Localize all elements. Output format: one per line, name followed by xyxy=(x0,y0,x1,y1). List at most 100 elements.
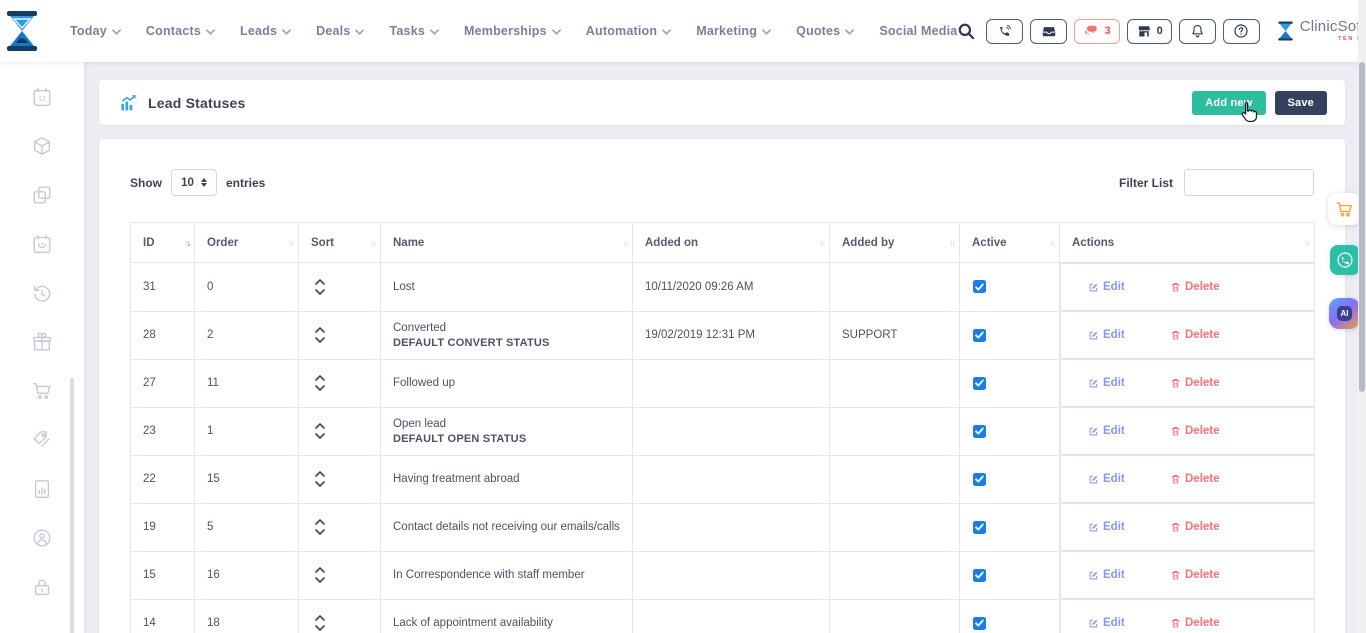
edit-button[interactable]: Edit xyxy=(1088,425,1170,437)
edit-button[interactable]: Edit xyxy=(1088,569,1170,581)
cell-added-by xyxy=(830,599,960,633)
sidebar-item-calendar-icon[interactable]: 12 xyxy=(31,86,53,108)
nav-item-marketing[interactable]: Marketing xyxy=(696,24,771,38)
active-checkbox[interactable] xyxy=(973,280,986,293)
move-down-button[interactable] xyxy=(315,385,325,391)
active-checkbox[interactable] xyxy=(973,617,986,630)
nav-item-leads[interactable]: Leads xyxy=(240,24,291,38)
nav-item-memberships[interactable]: Memberships xyxy=(464,24,561,38)
floating-phone-button[interactable] xyxy=(1330,245,1360,275)
column-header-actions[interactable]: Actions↑↓ xyxy=(1060,223,1315,263)
phone-button[interactable] xyxy=(986,19,1023,44)
move-down-button[interactable] xyxy=(315,529,325,535)
pos-button[interactable]: 0 xyxy=(1127,19,1172,44)
top-header: Today Contacts Leads Deals Tasks Memberships A… xyxy=(0,0,1366,62)
add-new-button[interactable]: Add new xyxy=(1192,91,1265,115)
delete-button[interactable]: Delete xyxy=(1170,329,1220,341)
edit-button[interactable]: Edit xyxy=(1088,281,1170,293)
column-header-added-by[interactable]: Added by↑↓ xyxy=(830,223,960,263)
move-up-button[interactable] xyxy=(315,615,325,621)
move-down-button[interactable] xyxy=(315,481,325,487)
sidebar-item-cart-icon[interactable] xyxy=(31,380,53,402)
sidebar-item-tags-icon[interactable] xyxy=(31,429,53,451)
move-up-button[interactable] xyxy=(315,519,325,525)
active-checkbox[interactable] xyxy=(973,521,986,534)
cell-name: Lack of appointment availability xyxy=(381,599,633,633)
sidebar-item-package-icon[interactable] xyxy=(31,135,53,157)
chevron-down-icon xyxy=(662,29,671,35)
delete-button[interactable]: Delete xyxy=(1170,473,1220,485)
chat-button[interactable]: 3 xyxy=(1074,19,1119,44)
edit-icon xyxy=(1088,426,1099,437)
nav-item-social-media[interactable]: Social Media xyxy=(879,24,957,38)
column-header-added-on[interactable]: Added on↑↓ xyxy=(633,223,830,263)
move-up-button[interactable] xyxy=(315,327,325,333)
trash-icon xyxy=(1170,425,1181,437)
sidebar-item-copy-icon[interactable] xyxy=(31,184,53,206)
edit-icon xyxy=(1088,330,1099,341)
inbox-button[interactable] xyxy=(1030,19,1067,44)
window-scrollbar-thumb[interactable] xyxy=(1359,62,1365,392)
delete-button[interactable]: Delete xyxy=(1170,617,1220,629)
move-down-button[interactable] xyxy=(315,577,325,583)
sidebar-item-calendar-check-icon[interactable] xyxy=(31,233,53,255)
nav-item-contacts[interactable]: Contacts xyxy=(146,24,215,38)
move-down-button[interactable] xyxy=(315,337,325,343)
edit-button[interactable]: Edit xyxy=(1088,473,1170,485)
column-header-order[interactable]: Order↑↓ xyxy=(195,223,299,263)
pos-count-badge: 0 xyxy=(1157,25,1163,37)
sidebar-item-lock-icon[interactable] xyxy=(31,576,53,598)
floating-cart-button[interactable] xyxy=(1328,193,1360,225)
save-button[interactable]: Save xyxy=(1275,91,1328,115)
brand-tagline: TEN STEPS AHEAD xyxy=(1300,37,1366,43)
floating-ai-button[interactable]: AI xyxy=(1329,298,1360,329)
active-checkbox[interactable] xyxy=(973,425,986,438)
delete-button[interactable]: Delete xyxy=(1170,281,1220,293)
search-button[interactable] xyxy=(957,22,975,40)
nav-item-automation[interactable]: Automation xyxy=(586,24,671,38)
column-header-id[interactable]: ID↑↓ xyxy=(131,223,195,263)
sidebar-item-report-icon[interactable] xyxy=(31,478,53,500)
column-header-sort[interactable]: Sort↑↓ xyxy=(299,223,381,263)
sidebar-scrollbar[interactable] xyxy=(70,378,74,633)
nav-item-today[interactable]: Today xyxy=(70,24,121,38)
nav-item-tasks[interactable]: Tasks xyxy=(389,24,439,38)
sidebar-item-history-icon[interactable] xyxy=(31,282,53,304)
delete-button[interactable]: Delete xyxy=(1170,521,1220,533)
edit-button[interactable]: Edit xyxy=(1088,521,1170,533)
move-up-button[interactable] xyxy=(315,567,325,573)
sidebar-item-gift-icon[interactable] xyxy=(31,331,53,353)
nav-item-quotes[interactable]: Quotes xyxy=(796,24,854,38)
column-header-name[interactable]: Name↑↓ xyxy=(381,223,633,263)
column-header-active[interactable]: Active↑↓ xyxy=(960,223,1060,263)
move-down-button[interactable] xyxy=(315,625,325,631)
move-up-button[interactable] xyxy=(315,471,325,477)
filter-input[interactable] xyxy=(1184,169,1314,196)
window-scrollbar-track[interactable] xyxy=(1358,0,1366,633)
question-icon xyxy=(1233,23,1249,39)
nav-item-deals[interactable]: Deals xyxy=(316,24,364,38)
edit-button[interactable]: Edit xyxy=(1088,617,1170,629)
app-logo[interactable] xyxy=(0,11,44,51)
move-down-button[interactable] xyxy=(315,433,325,439)
delete-button[interactable]: Delete xyxy=(1170,377,1220,389)
delete-button[interactable]: Delete xyxy=(1170,425,1220,437)
sidebar-item-user-clock-icon[interactable] xyxy=(31,527,53,549)
active-checkbox[interactable] xyxy=(973,473,986,486)
edit-button[interactable]: Edit xyxy=(1088,377,1170,389)
notifications-button[interactable] xyxy=(1179,19,1216,44)
active-checkbox[interactable] xyxy=(973,329,986,342)
move-up-button[interactable] xyxy=(315,375,325,381)
delete-button[interactable]: Delete xyxy=(1170,569,1220,581)
move-up-button[interactable] xyxy=(315,279,325,285)
move-up-button[interactable] xyxy=(315,423,325,429)
search-icon xyxy=(957,22,975,40)
page-size-select[interactable]: 10 xyxy=(171,169,217,196)
edit-button[interactable]: Edit xyxy=(1088,329,1170,341)
help-button[interactable] xyxy=(1223,19,1260,44)
active-checkbox[interactable] xyxy=(973,569,986,582)
cell-active xyxy=(960,263,1060,312)
active-checkbox[interactable] xyxy=(973,377,986,390)
move-down-button[interactable] xyxy=(315,289,325,295)
cell-order: 5 xyxy=(195,503,299,551)
